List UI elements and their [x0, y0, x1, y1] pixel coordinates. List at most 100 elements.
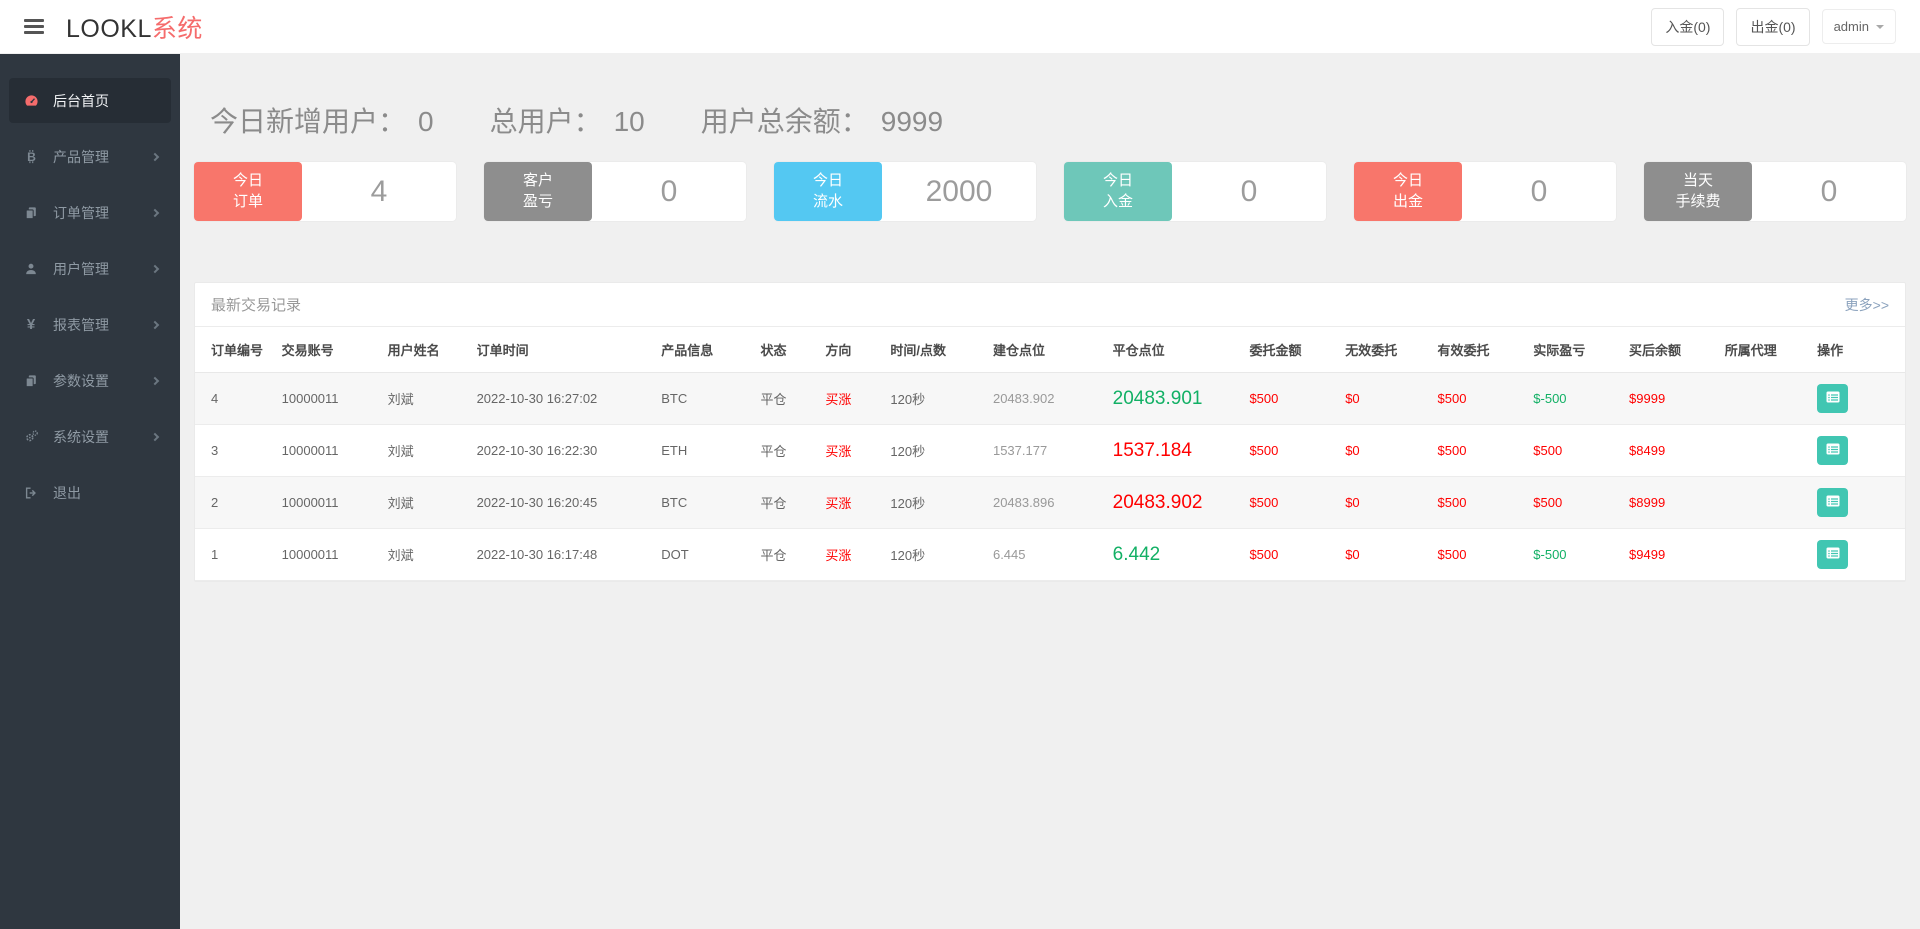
user-menu-label: admin: [1833, 19, 1869, 34]
withdraw-button[interactable]: 出金(0): [1736, 7, 1810, 46]
stat-label: 总用户：: [489, 106, 602, 137]
app-logo: LOOKL系统: [66, 9, 203, 45]
chevron-right-icon: [150, 152, 160, 161]
table-cell: 2: [195, 476, 274, 529]
column-header: 委托金额: [1241, 327, 1338, 373]
card-value: 0: [1240, 174, 1258, 208]
table-cell: 平仓: [752, 424, 818, 477]
list-icon: [1825, 389, 1841, 408]
table-cell: $0: [1337, 372, 1430, 425]
table-cell: 120秒: [882, 372, 985, 425]
table-cell: 1537.184: [1104, 424, 1242, 477]
action-cell: [1809, 476, 1905, 529]
sidebar-item-home[interactable]: 后台首页: [9, 78, 171, 123]
chevron-right-icon: [150, 264, 160, 273]
sidebar-item-system[interactable]: 系统设置: [9, 414, 171, 459]
list-icon: [1825, 493, 1841, 512]
table-cell: 1537.177: [984, 424, 1105, 477]
logo-text: LOOKL: [66, 14, 152, 43]
sidebar-item-label: 参数设置: [53, 372, 109, 389]
list-icon: [1825, 545, 1841, 564]
card-value: 4: [370, 174, 388, 208]
table-row: 3 10000011 刘斌 2022-10-30 16:22:30 ETH 平仓 买涨 120…: [195, 424, 1905, 477]
stat-card-today-fee: 当天 手续费 0: [1644, 162, 1906, 221]
stat-value: 9999: [880, 106, 944, 137]
table-cell: [1716, 424, 1810, 477]
table-cell: $500: [1429, 528, 1526, 581]
logo-text-red: 系统: [151, 14, 203, 43]
view-order-button[interactable]: [1817, 384, 1849, 413]
table-cell: 4: [195, 372, 274, 425]
table-cell: 买涨: [817, 528, 883, 581]
table-cell: 平仓: [752, 372, 818, 425]
copy-icon: [22, 374, 40, 388]
card-label: 客户 盈亏: [484, 162, 592, 221]
table-cell: 买涨: [817, 424, 883, 477]
table-cell: 3: [195, 424, 274, 477]
sidebar-item-users[interactable]: 用户管理: [9, 246, 171, 291]
view-order-button[interactable]: [1817, 436, 1849, 465]
column-header: 订单时间: [468, 327, 654, 373]
stat-card-customer-pnl: 客户 盈亏 0: [484, 162, 746, 221]
sidebar-item-label: 系统设置: [53, 428, 109, 445]
column-header: 产品信息: [653, 327, 753, 373]
view-order-button[interactable]: [1817, 540, 1849, 569]
column-header: 状态: [752, 327, 818, 373]
table-cell: $8999: [1621, 476, 1717, 529]
list-icon: [1825, 441, 1841, 460]
table-cell: 买涨: [817, 476, 883, 529]
summary-stats: 今日新增用户： 0 总用户： 10 用户总余额： 9999: [210, 100, 1906, 140]
table-cell: 刘斌: [379, 528, 469, 581]
more-link[interactable]: 更多>>: [1845, 295, 1889, 315]
main-content: 今日新增用户： 0 总用户： 10 用户总余额： 9999 今日 订单 4 客户 盈亏 0 今日 …: [180, 54, 1920, 929]
sidebar-item-params[interactable]: 参数设置: [9, 358, 171, 403]
stat-total-users: 总用户： 10: [490, 100, 645, 140]
sidebar-item-label: 报表管理: [53, 316, 109, 333]
column-header: 时间/点数: [882, 327, 985, 373]
table-cell: 1: [195, 528, 274, 581]
table-cell: $500: [1429, 372, 1526, 425]
sidebar-item-reports[interactable]: ¥ 报表管理: [9, 302, 171, 347]
stat-label: 今日新增用户：: [210, 106, 407, 137]
table-cell: 平仓: [752, 528, 818, 581]
card-label: 今日 流水: [774, 162, 882, 221]
column-header: 操作: [1809, 327, 1905, 373]
table-cell: BTC: [653, 372, 753, 425]
stat-value: 10: [613, 106, 645, 137]
column-header: 所属代理: [1716, 327, 1810, 373]
table-cell: 6.445: [984, 528, 1105, 581]
column-header: 平仓点位: [1104, 327, 1242, 373]
table-cell: 平仓: [752, 476, 818, 529]
sidebar-item-logout[interactable]: 退出: [9, 470, 171, 515]
card-value: 0: [1530, 174, 1548, 208]
table-cell: 2022-10-30 16:22:30: [468, 424, 654, 477]
deposit-button[interactable]: 入金(0): [1651, 7, 1725, 46]
table-cell: DOT: [653, 528, 753, 581]
bitcoin-icon: B: [22, 149, 40, 164]
table-cell: 20483.896: [984, 476, 1105, 529]
latest-trades-panel: 最新交易记录 更多>> 订单编号 交易账号 用户姓名 订单时间 产品信息 状态 方向 时间/点…: [194, 282, 1906, 582]
table-row: 2 10000011 刘斌 2022-10-30 16:20:45 BTC 平仓 买涨 120…: [195, 476, 1905, 529]
action-cell: [1809, 528, 1905, 581]
sidebar-item-orders[interactable]: 订单管理: [9, 190, 171, 235]
table-cell: 买涨: [817, 372, 883, 425]
stat-card-today-withdraw: 今日 出金 0: [1354, 162, 1616, 221]
column-header: 无效委托: [1337, 327, 1430, 373]
table-cell: $0: [1337, 528, 1430, 581]
sidebar: 后台首页 B 产品管理订单管理用户管理 ¥ 报表管理参数设置系统设置退出: [0, 54, 180, 929]
user-menu[interactable]: admin: [1821, 9, 1896, 44]
table-cell: 10000011: [273, 476, 380, 529]
table-cell: 2022-10-30 16:20:45: [468, 476, 654, 529]
table-cell: 6.442: [1104, 528, 1242, 581]
yen-icon: ¥: [26, 316, 36, 333]
table-cell: 刘斌: [379, 424, 469, 477]
table-cell: 20483.902: [1104, 476, 1242, 529]
table-cell: 10000011: [273, 424, 380, 477]
column-header: 买后余额: [1621, 327, 1717, 373]
table-cell: $9499: [1621, 528, 1717, 581]
menu-toggle-icon[interactable]: [20, 15, 48, 38]
action-cell: [1809, 424, 1905, 477]
table-cell: 120秒: [882, 424, 985, 477]
sidebar-item-products[interactable]: B 产品管理: [9, 134, 171, 179]
view-order-button[interactable]: [1817, 488, 1849, 517]
